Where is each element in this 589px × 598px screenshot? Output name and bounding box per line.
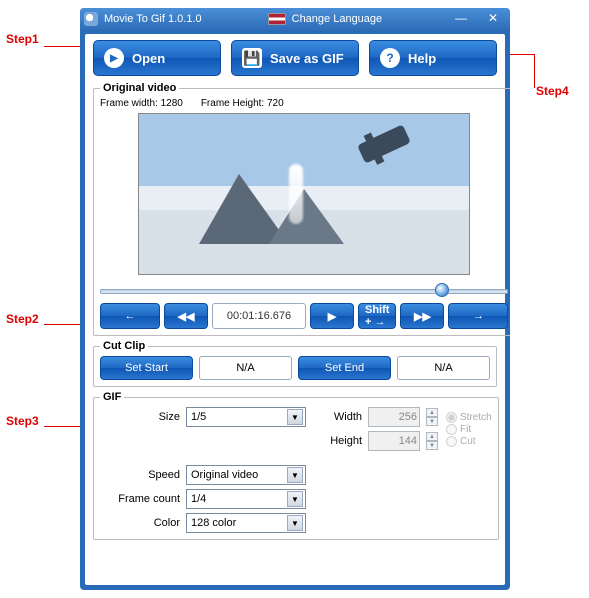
cut-clip-legend: Cut Clip: [100, 340, 148, 352]
cut-clip-group: Cut Clip Set Start N/A Set End N/A: [93, 340, 497, 387]
height-label: Height: [312, 435, 362, 447]
fast-forward-button[interactable]: ▶▶: [400, 303, 444, 329]
playback-controls: ← ◀◀ 00:01:16.676 ▶ Shift + → ▶▶ →: [100, 303, 508, 329]
help-button[interactable]: Help: [369, 40, 497, 76]
set-start-button[interactable]: Set Start: [100, 356, 193, 380]
save-label: Save as GIF: [270, 51, 344, 66]
save-icon: [242, 48, 262, 68]
annotation-step1: Step1: [6, 32, 39, 46]
change-language-link[interactable]: Change Language: [292, 13, 383, 25]
speed-combo[interactable]: Original video ▼: [186, 465, 306, 485]
chevron-down-icon: ▼: [287, 515, 303, 531]
help-label: Help: [408, 51, 436, 66]
step-back-button[interactable]: ◀◀: [164, 303, 208, 329]
size-label: Size: [100, 411, 180, 423]
gif-group: GIF Size 1/5 ▼ Width 256 ▲▼ Stretch Fit …: [93, 391, 499, 540]
gif-legend: GIF: [100, 391, 124, 403]
save-as-gif-button[interactable]: Save as GIF: [231, 40, 359, 76]
preview-graphic: [269, 189, 344, 244]
cut-radio[interactable]: Cut: [446, 436, 492, 447]
chevron-down-icon: ▼: [287, 491, 303, 507]
help-icon: [380, 48, 400, 68]
open-button[interactable]: Open: [93, 40, 221, 76]
speed-label: Speed: [100, 469, 180, 481]
start-value: N/A: [199, 356, 292, 380]
width-label: Width: [312, 411, 362, 423]
size-combo[interactable]: 1/5 ▼: [186, 407, 306, 427]
height-value: 144: [368, 431, 420, 451]
original-video-group: Original video Frame width: 1280 Frame H…: [93, 82, 510, 336]
end-value: N/A: [397, 356, 490, 380]
slider-thumb[interactable]: [435, 283, 449, 297]
app-icon: [84, 12, 98, 26]
step-forward-button[interactable]: ▶: [310, 303, 354, 329]
titlebar: Movie To Gif 1.0.1.0 Change Language — ✕: [80, 8, 510, 30]
color-combo[interactable]: 128 color ▼: [186, 513, 306, 533]
open-label: Open: [132, 51, 165, 66]
close-button[interactable]: ✕: [480, 12, 506, 26]
preview-graphic: [289, 164, 303, 224]
seek-forward-button[interactable]: →: [448, 303, 508, 329]
flag-icon: [268, 13, 286, 25]
frame-height-label: Frame Height: 720: [201, 98, 284, 109]
video-dimensions: Frame width: 1280 Frame Height: 720: [100, 98, 508, 109]
annotation-step4: Step4: [536, 84, 569, 98]
annotation-line: [534, 54, 535, 88]
original-video-legend: Original video: [100, 82, 179, 94]
video-preview[interactable]: [138, 113, 470, 275]
set-end-button[interactable]: Set End: [298, 356, 391, 380]
seek-back-button[interactable]: ←: [100, 303, 160, 329]
framecount-combo[interactable]: 1/4 ▼: [186, 489, 306, 509]
fit-radio[interactable]: Fit: [446, 424, 492, 435]
annotation-step3: Step3: [6, 414, 39, 428]
client-area: Open Save as GIF Help Original video Fra…: [85, 34, 505, 585]
height-spinner[interactable]: ▲▼: [426, 432, 438, 450]
framecount-label: Frame count: [100, 493, 180, 505]
chevron-down-icon: ▼: [287, 467, 303, 483]
toolbar: Open Save as GIF Help: [85, 34, 505, 80]
color-label: Color: [100, 517, 180, 529]
shift-forward-button[interactable]: Shift + →: [358, 303, 396, 329]
time-display: 00:01:16.676: [212, 303, 306, 329]
preview-graphic: [357, 124, 411, 163]
annotation-step2: Step2: [6, 312, 39, 326]
seek-slider[interactable]: [100, 281, 508, 299]
app-window: Movie To Gif 1.0.1.0 Change Language — ✕…: [80, 8, 510, 590]
chevron-down-icon: ▼: [287, 409, 303, 425]
width-spinner[interactable]: ▲▼: [426, 408, 438, 426]
frame-width-label: Frame width: 1280: [100, 98, 183, 109]
width-value: 256: [368, 407, 420, 427]
play-icon: [104, 48, 124, 68]
stretch-radio[interactable]: Stretch: [446, 412, 492, 423]
minimize-button[interactable]: —: [448, 12, 474, 26]
app-title: Movie To Gif 1.0.1.0: [104, 13, 202, 25]
